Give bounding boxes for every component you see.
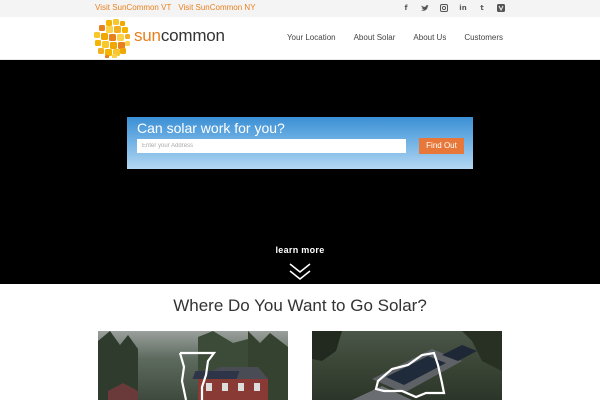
nav-about-us[interactable]: About Us xyxy=(413,33,446,42)
hero-section: Can solar work for you? Find Out learn m… xyxy=(0,60,600,284)
address-input[interactable] xyxy=(137,139,406,153)
brand-prefix: sun xyxy=(134,26,161,45)
twitter-icon[interactable] xyxy=(421,3,429,13)
main-nav: Your Location About Solar About Us Custo… xyxy=(287,33,503,42)
section-title: Where Do You Want to Go Solar? xyxy=(173,296,427,315)
address-search-box: Can solar work for you? Find Out xyxy=(127,117,473,169)
vine-icon[interactable] xyxy=(497,3,505,13)
visit-vt-link[interactable]: Visit SunCommon VT xyxy=(95,3,171,12)
visit-ny-link[interactable]: Visit SunCommon NY xyxy=(178,3,255,12)
learn-more-link[interactable]: learn more xyxy=(0,245,600,255)
tumblr-icon[interactable]: t xyxy=(478,3,486,13)
brand-suffix: common xyxy=(160,26,225,45)
top-links: Visit SunCommon VT Visit SunCommon NY xyxy=(95,3,256,12)
linkedin-icon[interactable]: in xyxy=(459,3,467,13)
site-header: suncommon Your Location About Solar Abou… xyxy=(0,17,600,60)
nav-customers[interactable]: Customers xyxy=(464,33,503,42)
brand-name[interactable]: suncommon xyxy=(134,26,225,46)
nav-about-solar[interactable]: About Solar xyxy=(354,33,396,42)
social-icons: f in t xyxy=(402,3,505,13)
search-title: Can solar work for you? xyxy=(137,120,285,136)
suncommon-logo-icon[interactable] xyxy=(92,18,132,59)
new-york-card[interactable] xyxy=(312,331,502,400)
vermont-card[interactable] xyxy=(98,331,288,400)
find-out-button[interactable]: Find Out xyxy=(419,138,464,154)
nav-your-location[interactable]: Your Location xyxy=(287,33,336,42)
instagram-icon[interactable] xyxy=(440,3,448,13)
vermont-house-image xyxy=(98,331,288,400)
chevron-down-icon[interactable] xyxy=(289,263,311,281)
top-bar: Visit SunCommon VT Visit SunCommon NY f … xyxy=(0,0,600,17)
facebook-icon[interactable]: f xyxy=(402,3,410,13)
new-york-house-image xyxy=(312,331,502,400)
